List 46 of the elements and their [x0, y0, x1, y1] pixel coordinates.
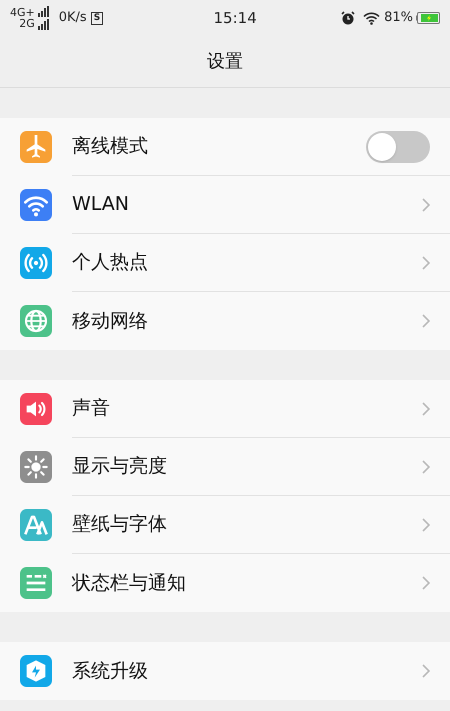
- settings-row[interactable]: 声音: [0, 380, 450, 438]
- row-label: 系统升级: [72, 658, 149, 684]
- settings-row[interactable]: 状态栏与通知: [0, 554, 450, 612]
- hotspot-icon: [20, 247, 52, 279]
- row-label: 离线模式: [72, 134, 149, 160]
- chevron-icon: [422, 314, 430, 328]
- chevron-icon: [422, 402, 430, 416]
- settings-row[interactable]: 壁纸与字体: [0, 496, 450, 554]
- row-label: 显示与亮度: [72, 454, 168, 480]
- toggle-switch[interactable]: [366, 130, 430, 162]
- wifi-icon: [20, 189, 52, 221]
- battery-percent: 81%: [384, 9, 413, 28]
- clock-time: 15:14: [214, 8, 257, 29]
- airplane-icon: [20, 131, 52, 163]
- wifi-icon: [363, 12, 380, 24]
- row-label: 个人热点: [72, 250, 149, 276]
- row-label: 壁纸与字体: [72, 512, 168, 538]
- list-icon: [20, 567, 52, 599]
- row-label: 移动网络: [72, 308, 149, 334]
- chevron-icon: [422, 198, 430, 212]
- font-icon: [20, 509, 52, 541]
- globe-icon: [20, 305, 52, 337]
- settings-row[interactable]: 系统升级: [0, 642, 450, 700]
- row-label: 状态栏与通知: [72, 570, 187, 596]
- settings-row[interactable]: 离线模式: [0, 118, 450, 176]
- sim-badge: S: [90, 12, 104, 24]
- settings-row[interactable]: 移动网络: [0, 292, 450, 350]
- chevron-icon: [422, 460, 430, 474]
- chevron-icon: [422, 664, 430, 678]
- battery-icon: [416, 12, 440, 24]
- settings-row[interactable]: 个人热点: [0, 234, 450, 292]
- chevron-icon: [422, 256, 430, 270]
- page-title: 设置: [207, 50, 243, 74]
- chevron-icon: [422, 518, 430, 532]
- settings-row[interactable]: WLAN: [0, 176, 450, 234]
- row-label: 声音: [72, 396, 111, 422]
- row-label: WLAN: [72, 192, 130, 218]
- sun-icon: [20, 451, 52, 483]
- settings-row[interactable]: 显示与亮度: [0, 438, 450, 496]
- speaker-icon: [20, 393, 52, 425]
- network-speed: 0K/s: [58, 9, 87, 28]
- signal-icon: [36, 5, 51, 31]
- network-label: 4G+: [10, 7, 35, 18]
- network-label: 2G: [19, 18, 35, 29]
- chevron-icon: [422, 576, 430, 590]
- alarm-icon: [341, 11, 356, 25]
